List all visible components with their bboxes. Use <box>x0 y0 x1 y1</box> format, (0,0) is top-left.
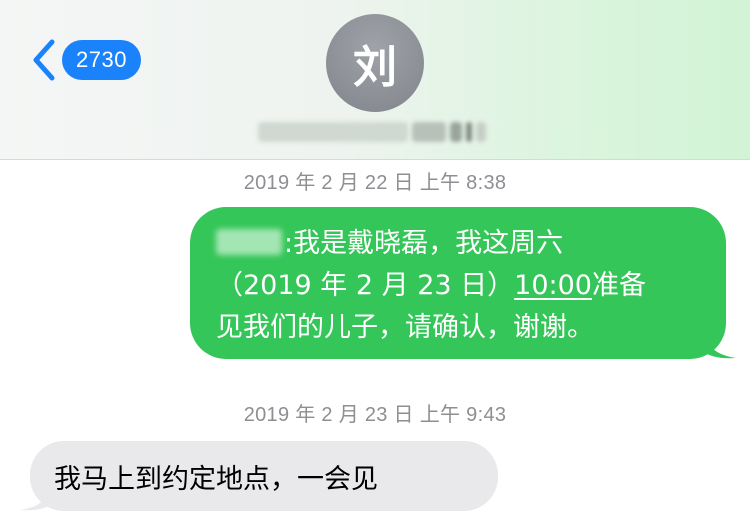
contact-name-redacted[interactable] <box>258 120 490 144</box>
message-text: （2019 年 2 月 23 日） <box>216 270 515 301</box>
bubble-tail <box>702 331 736 359</box>
message-text: 准备 <box>591 270 646 301</box>
redacted-name <box>216 229 282 255</box>
time-link[interactable]: 10:00 <box>514 270 592 301</box>
conversation-header: 2730 刘 <box>0 0 750 160</box>
redaction-block <box>258 122 408 142</box>
message-text: 我马上到约定地点，一会见 <box>54 463 378 495</box>
redaction-block <box>450 122 462 142</box>
back-button[interactable]: 2730 <box>30 38 141 82</box>
outgoing-message-bubble[interactable]: :我是戴晓磊，我这周六 （2019 年 2 月 23 日）10:00准备 见我们… <box>190 207 736 359</box>
chevron-left-icon <box>33 39 55 81</box>
message-line: （2019 年 2 月 23 日）10:00准备 <box>216 265 700 307</box>
contact-avatar[interactable]: 刘 <box>326 14 424 112</box>
redaction-block <box>476 122 486 142</box>
message-line: 见我们的儿子，请确认，谢谢。 <box>216 307 700 349</box>
message-text: :我是戴晓磊，我这周六 <box>284 228 564 259</box>
incoming-message-bubble[interactable]: 我马上到约定地点，一会见 <box>20 441 498 511</box>
bubble-tail <box>20 483 54 511</box>
unread-count-badge[interactable]: 2730 <box>62 40 141 80</box>
message-timestamp: 2019 年 2 月 23 日 上午 9:43 <box>243 404 507 426</box>
redaction-block <box>412 122 446 142</box>
message-line: :我是戴晓磊，我这周六 <box>216 223 700 265</box>
redaction-block <box>466 122 472 142</box>
message-text: 见我们的儿子，请确认，谢谢。 <box>216 312 594 343</box>
message-timestamp: 2019 年 2 月 22 日 上午 8:38 <box>243 172 507 194</box>
